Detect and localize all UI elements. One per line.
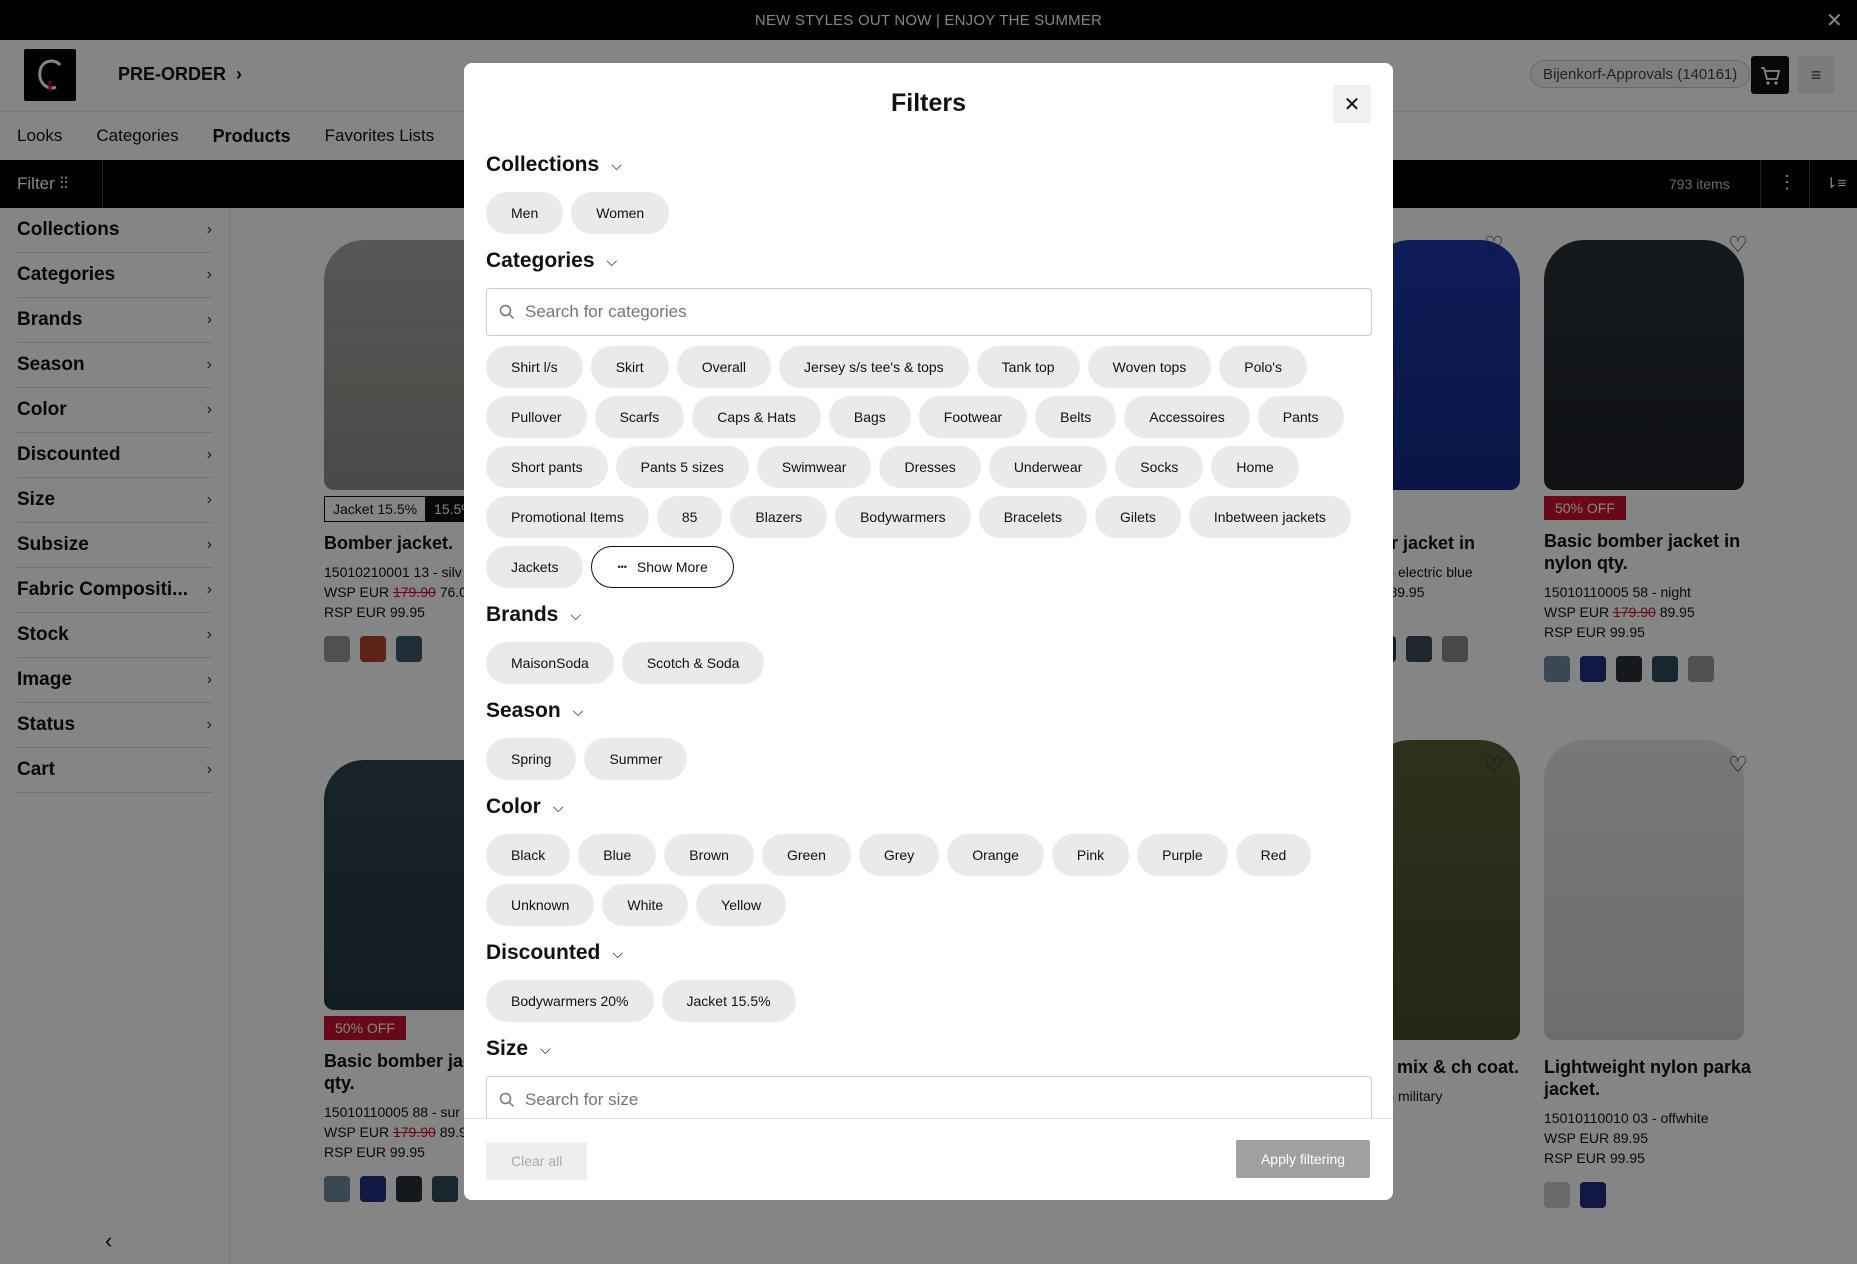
season-chip[interactable]: Spring — [486, 738, 577, 780]
categories-chip[interactable]: Home — [1211, 446, 1299, 488]
chevron-down-icon: ⌵ — [606, 252, 618, 269]
collections-chip[interactable]: Women — [571, 192, 670, 234]
discounted-chip[interactable]: Bodywarmers 20% — [486, 980, 654, 1022]
search-icon — [499, 304, 515, 320]
chevron-down-icon: ⌵ — [540, 1040, 551, 1057]
categories-chip[interactable]: Bags — [828, 396, 911, 438]
categories-chip[interactable]: Scarfs — [594, 396, 685, 438]
color-chip[interactable]: Black — [486, 834, 571, 876]
categories-chip[interactable]: Dresses — [879, 446, 981, 488]
clear-all-button[interactable]: Clear all — [486, 1142, 588, 1180]
categories-chip[interactable]: Tank top — [976, 346, 1080, 388]
categories-search — [486, 288, 1372, 336]
categories-chip[interactable]: 85 — [656, 496, 723, 538]
season-options: Spring Summer — [486, 738, 1372, 780]
section-discounted[interactable]: Discounted ⌵ — [486, 936, 1372, 970]
color-chip[interactable]: Orange — [947, 834, 1044, 876]
modal-footer: Clear all Apply filtering — [464, 1118, 1393, 1200]
modal-title: Filters — [890, 89, 967, 117]
discounted-chip[interactable]: Jacket 15.5% — [661, 980, 796, 1022]
categories-chip[interactable]: Pullover — [486, 396, 587, 438]
categories-chip[interactable]: Jackets — [486, 546, 584, 588]
categories-chip[interactable]: Overall — [676, 346, 772, 388]
categories-chip[interactable]: Promotional Items — [486, 496, 649, 538]
filters-modal: Filters ✕ Collections ⌵ Men Women Categori… — [464, 63, 1393, 1200]
section-categories[interactable]: Categories ⌵ — [486, 244, 1372, 278]
color-options: Black Blue Brown Green Grey Orange Pink Purple R… — [486, 834, 1372, 926]
show-more-button[interactable]: ••• Show More — [591, 546, 734, 588]
color-chip[interactable]: Green — [761, 834, 851, 876]
close-modal-button[interactable]: ✕ — [1333, 85, 1371, 123]
chevron-down-icon: ⌵ — [570, 606, 581, 623]
categories-chip[interactable]: Blazers — [730, 496, 828, 538]
color-chip[interactable]: Pink — [1051, 834, 1130, 876]
categories-chip[interactable]: Socks — [1115, 446, 1204, 488]
categories-chip[interactable]: Accessoires — [1124, 396, 1250, 438]
section-color[interactable]: Color ⌵ — [486, 790, 1372, 824]
collections-options: Men Women — [486, 192, 1372, 234]
search-icon — [499, 1092, 515, 1108]
apply-filtering-button[interactable]: Apply filtering — [1236, 1140, 1370, 1178]
categories-search-input[interactable] — [525, 302, 1325, 322]
section-size[interactable]: Size ⌵ — [486, 1032, 1372, 1066]
more-dots-icon: ••• — [617, 562, 627, 572]
brands-chip[interactable]: MaisonSoda — [486, 642, 614, 684]
collections-chip[interactable]: Men — [486, 192, 564, 234]
categories-chip[interactable]: Shirt l/s — [486, 346, 583, 388]
chevron-down-icon: ⌵ — [572, 702, 584, 719]
brands-chip[interactable]: Scotch & Soda — [621, 642, 765, 684]
show-more-label: Show More — [636, 559, 708, 575]
categories-chip[interactable]: Jersey s/s tee's & tops — [779, 346, 969, 388]
categories-chip[interactable]: Woven tops — [1087, 346, 1212, 388]
color-chip[interactable]: Red — [1235, 834, 1312, 876]
categories-chip[interactable]: Underwear — [988, 446, 1108, 488]
categories-chip[interactable]: Pants 5 sizes — [615, 446, 749, 488]
categories-chip[interactable]: Gilets — [1095, 496, 1181, 538]
categories-chip[interactable]: Skirt — [590, 346, 669, 388]
categories-chip[interactable]: Inbetween jackets — [1188, 496, 1351, 538]
categories-chip[interactable]: Bracelets — [978, 496, 1088, 538]
categories-chip[interactable]: Bodywarmers — [835, 496, 971, 538]
size-search-input[interactable] — [525, 1090, 1325, 1110]
chevron-down-icon: ⌵ — [552, 798, 564, 815]
color-chip[interactable]: White — [602, 884, 689, 926]
categories-chip[interactable]: Belts — [1035, 396, 1117, 438]
color-chip[interactable]: Purple — [1137, 834, 1228, 876]
color-chip[interactable]: Blue — [578, 834, 657, 876]
categories-chip[interactable]: Swimwear — [756, 446, 872, 488]
categories-chip[interactable]: Caps & Hats — [692, 396, 821, 438]
categories-chip[interactable]: Polo's — [1219, 346, 1307, 388]
section-collections[interactable]: Collections ⌵ — [486, 148, 1372, 182]
categories-chip[interactable]: Pants — [1257, 396, 1344, 438]
chevron-down-icon: ⌵ — [612, 944, 623, 961]
categories-options: Shirt l/s Skirt Overall Jersey s/s tee's & … — [486, 346, 1372, 588]
categories-chip[interactable]: Short pants — [486, 446, 608, 488]
section-brands[interactable]: Brands ⌵ — [486, 598, 1372, 632]
size-search — [486, 1076, 1372, 1118]
categories-chip[interactable]: Footwear — [918, 396, 1028, 438]
close-icon: ✕ — [1343, 93, 1361, 116]
section-season[interactable]: Season ⌵ — [486, 694, 1372, 728]
color-chip[interactable]: Grey — [858, 834, 940, 876]
color-chip[interactable]: Unknown — [486, 884, 595, 926]
filters-body: Collections⌵ MenWomen Categories⌵ Shirt … — [486, 148, 1372, 1118]
season-chip[interactable]: Summer — [584, 738, 688, 780]
brands-options: MaisonSoda Scotch & Soda — [486, 642, 1372, 684]
color-chip[interactable]: Brown — [664, 834, 754, 876]
discounted-options: Bodywarmers 20% Jacket 15.5% — [486, 980, 1372, 1022]
color-chip[interactable]: Yellow — [696, 884, 787, 926]
chevron-down-icon: ⌵ — [611, 156, 622, 173]
